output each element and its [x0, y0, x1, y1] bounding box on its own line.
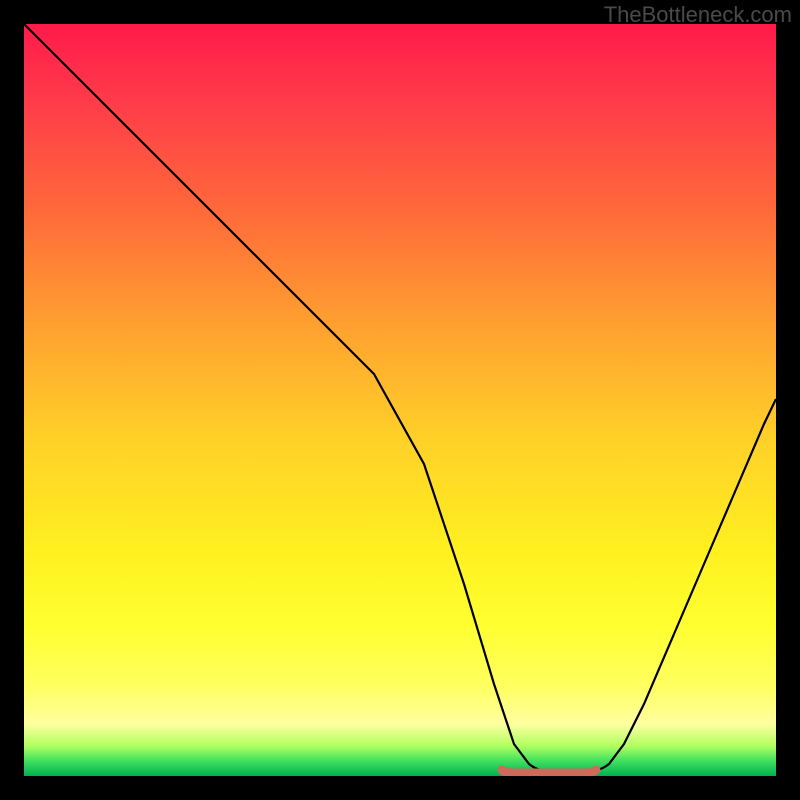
- watermark-text: TheBottleneck.com: [604, 2, 792, 28]
- plot-area: [24, 24, 776, 776]
- bottleneck-curve: [24, 24, 776, 772]
- chart-svg: [24, 24, 776, 776]
- optimal-band-marker: [502, 770, 596, 773]
